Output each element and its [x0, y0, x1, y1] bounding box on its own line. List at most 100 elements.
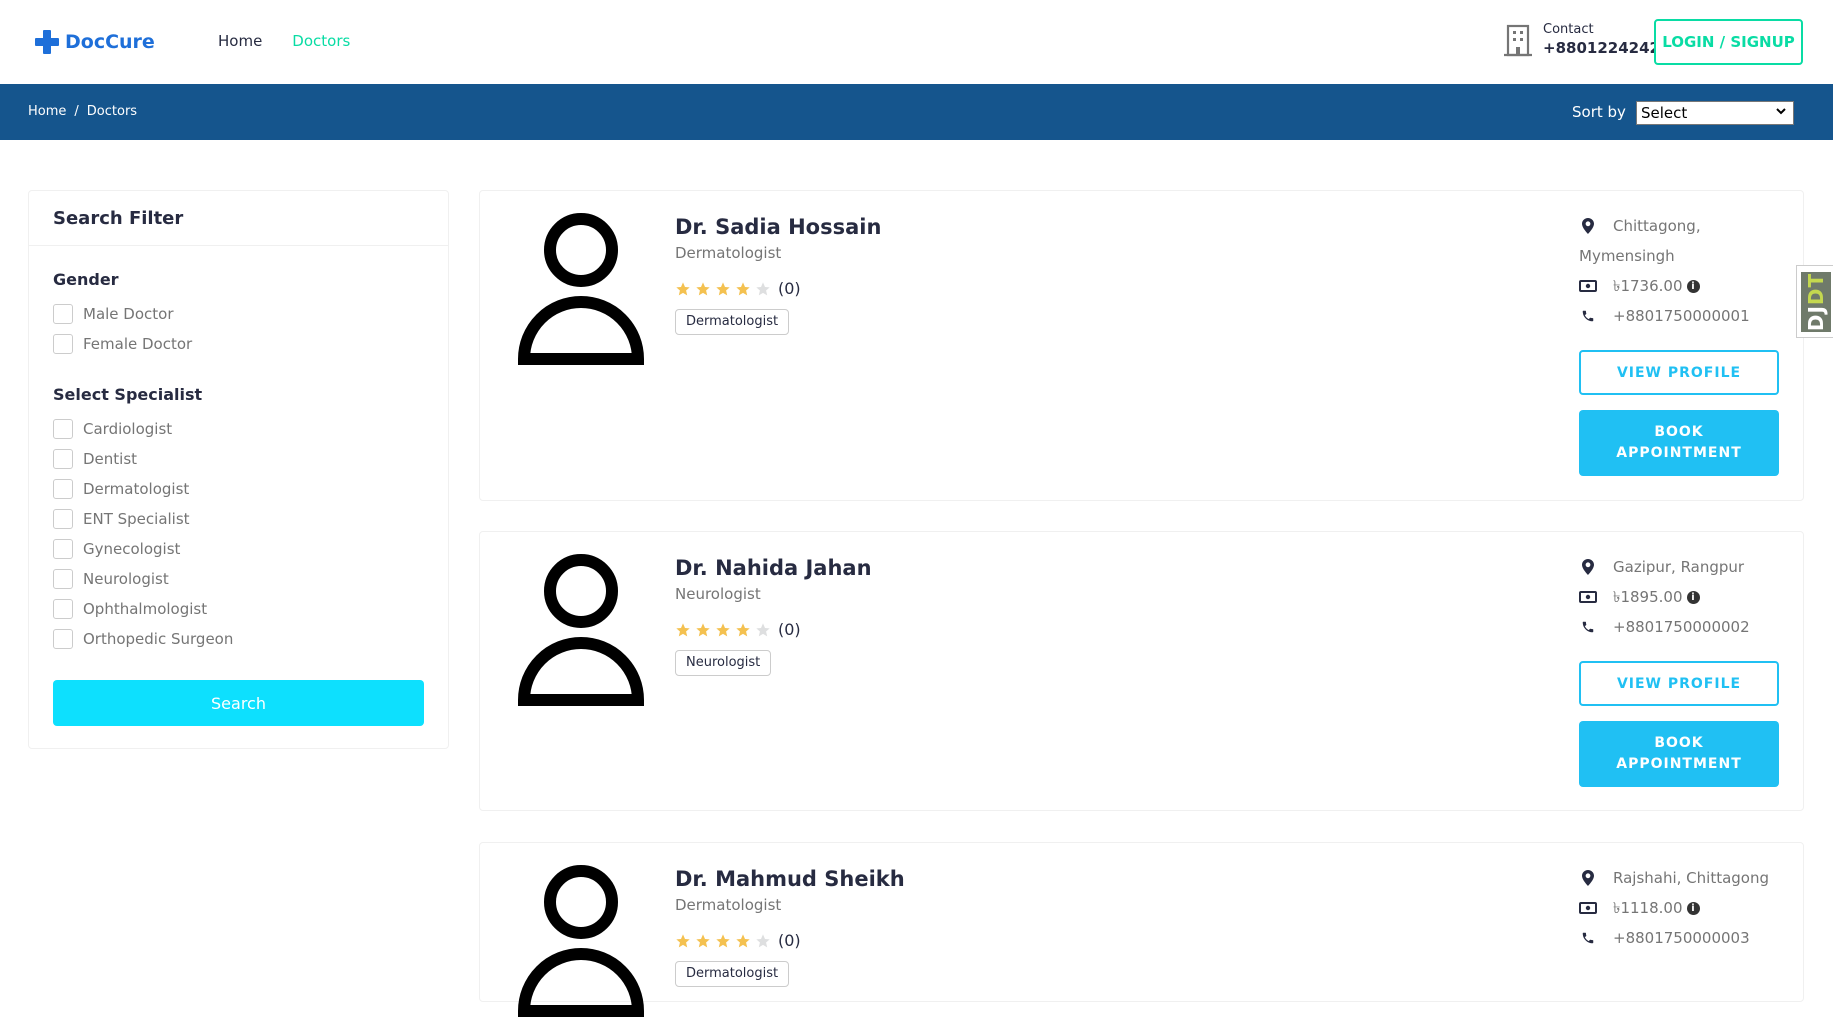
phone-icon — [1579, 612, 1597, 642]
sort-by-label: Sort by — [1572, 103, 1626, 121]
doctor-name[interactable]: Dr. Nahida Jahan — [675, 556, 872, 580]
sort-select-value: Select — [1641, 104, 1688, 122]
specialist-option-dentist[interactable]: Dentist — [53, 444, 424, 474]
info-circle-icon[interactable]: i — [1686, 280, 1700, 293]
specialist-option-neurologist[interactable]: Neurologist — [53, 564, 424, 594]
checkbox-label: Male Doctor — [83, 305, 174, 323]
phone-row: +8801750000002 — [1579, 612, 1779, 642]
fee-text: ৳1895.00 — [1613, 588, 1683, 606]
phone-icon — [1579, 301, 1597, 331]
search-button[interactable]: Search — [53, 680, 424, 726]
fee-row: ৳1736.00 i — [1579, 271, 1779, 301]
gender-title: Gender — [53, 270, 119, 289]
checkbox[interactable] — [53, 599, 73, 619]
specialist-option-dermatologist[interactable]: Dermatologist — [53, 474, 424, 504]
rating-count: (0) — [778, 620, 801, 639]
fee-row: ৳1895.00 i — [1579, 582, 1779, 612]
star-empty-icon — [756, 933, 770, 947]
breadcrumb-home-link[interactable]: Home — [28, 104, 66, 119]
rating-count: (0) — [778, 279, 801, 298]
specialty-tag: Dermatologist — [675, 961, 790, 987]
location-row: Rajshahi, Chittagong — [1579, 863, 1779, 893]
doctor-rating: (0) — [675, 279, 801, 298]
doctor-specialty: Neurologist — [675, 585, 761, 603]
doctor-name[interactable]: Dr. Sadia Hossain — [675, 215, 881, 239]
filter-title: Search Filter — [29, 191, 448, 246]
checkbox[interactable] — [53, 334, 73, 354]
logo-text: DocCure — [65, 31, 155, 53]
specialist-title: Select Specialist — [53, 385, 203, 404]
gender-option-male[interactable]: Male Doctor — [53, 299, 424, 329]
star-filled-icon — [676, 281, 690, 295]
map-marker-icon — [1579, 211, 1597, 241]
doctor-avatar-icon — [518, 865, 644, 1017]
checkbox-label: Dermatologist — [83, 480, 190, 498]
fee-row: ৳1118.00 i — [1579, 893, 1779, 923]
doctor-card: Dr. Sadia Hossain Dermatologist (0) Derm… — [479, 190, 1804, 501]
fee-text: ৳1118.00 — [1613, 899, 1683, 917]
location-text-continued: Mymensingh — [1579, 247, 1675, 265]
checkbox[interactable] — [53, 449, 73, 469]
money-bill-icon — [1579, 582, 1597, 612]
hospital-building-icon — [1504, 24, 1532, 56]
phone-icon — [1579, 923, 1597, 953]
map-marker-icon — [1579, 863, 1597, 893]
checkbox[interactable] — [53, 509, 73, 529]
checkbox[interactable] — [53, 569, 73, 589]
djdt-label-dt: DT — [1804, 272, 1829, 306]
checkbox-label: ENT Specialist — [83, 510, 190, 528]
star-filled-icon — [716, 622, 730, 636]
sort-select[interactable]: Select — [1636, 101, 1794, 125]
specialist-option-ophthalmologist[interactable]: Ophthalmologist — [53, 594, 424, 624]
specialist-option-orthopedic[interactable]: Orthopedic Surgeon — [53, 624, 424, 654]
doctor-specialty: Dermatologist — [675, 244, 782, 262]
breadcrumb: Home / Doctors — [28, 104, 137, 119]
search-filter-panel: Search Filter Gender Male Doctor Female … — [28, 190, 449, 749]
view-profile-button[interactable]: VIEW PROFILE — [1579, 661, 1779, 706]
checkbox-label: Orthopedic Surgeon — [83, 630, 234, 648]
location-text: Gazipur, Rangpur — [1613, 558, 1745, 576]
doctor-rating: (0) — [675, 620, 801, 639]
doctor-avatar-icon — [518, 554, 644, 706]
nav-home-link[interactable]: Home — [218, 32, 262, 50]
phone-row: +8801750000003 — [1579, 923, 1779, 953]
doctor-card: Dr. Mahmud Sheikh Dermatologist (0) Derm… — [479, 842, 1804, 1017]
doctor-name[interactable]: Dr. Mahmud Sheikh — [675, 867, 905, 891]
rating-count: (0) — [778, 931, 801, 950]
phone-text: +8801750000001 — [1613, 307, 1750, 325]
nav-doctors-link[interactable]: Doctors — [292, 32, 350, 50]
location-text: Rajshahi, Chittagong — [1613, 869, 1770, 887]
star-filled-icon — [676, 933, 690, 947]
gender-option-female[interactable]: Female Doctor — [53, 329, 424, 359]
fee-text: ৳1736.00 — [1613, 277, 1683, 295]
checkbox[interactable] — [53, 539, 73, 559]
chevron-down-icon — [1776, 108, 1786, 115]
book-appointment-button[interactable]: BOOK APPOINTMENT — [1579, 721, 1779, 787]
star-filled-icon — [716, 933, 730, 947]
checkbox[interactable] — [53, 419, 73, 439]
djdt-label-dj: DJ — [1804, 305, 1829, 332]
checkbox[interactable] — [53, 304, 73, 324]
specialist-option-cardiologist[interactable]: Cardiologist — [53, 414, 424, 444]
info-circle-icon[interactable]: i — [1686, 591, 1700, 604]
location-row: Gazipur, Rangpur — [1579, 552, 1779, 582]
specialty-tag: Dermatologist — [675, 309, 790, 335]
checkbox-label: Female Doctor — [83, 335, 193, 353]
doctor-specialty: Dermatologist — [675, 896, 782, 914]
specialist-option-gynecologist[interactable]: Gynecologist — [53, 534, 424, 564]
doctor-info: Chittagong, Mymensingh ৳1736.00 i +880175… — [1579, 211, 1779, 331]
book-appointment-button[interactable]: BOOK APPOINTMENT — [1579, 410, 1779, 476]
location-row: Chittagong, — [1579, 211, 1779, 241]
django-debug-toolbar-handle[interactable]: DJDT — [1796, 265, 1833, 338]
star-filled-icon — [716, 281, 730, 295]
login-signup-button[interactable]: LOGIN / SIGNUP — [1654, 19, 1803, 65]
logo[interactable]: DocCure — [35, 30, 155, 54]
specialty-tag: Neurologist — [675, 650, 772, 676]
checkbox-label: Dentist — [83, 450, 138, 468]
view-profile-button[interactable]: VIEW PROFILE — [1579, 350, 1779, 395]
checkbox[interactable] — [53, 479, 73, 499]
phone-row: +8801750000001 — [1579, 301, 1779, 331]
specialist-option-ent[interactable]: ENT Specialist — [53, 504, 424, 534]
info-circle-icon[interactable]: i — [1686, 902, 1700, 915]
checkbox[interactable] — [53, 629, 73, 649]
